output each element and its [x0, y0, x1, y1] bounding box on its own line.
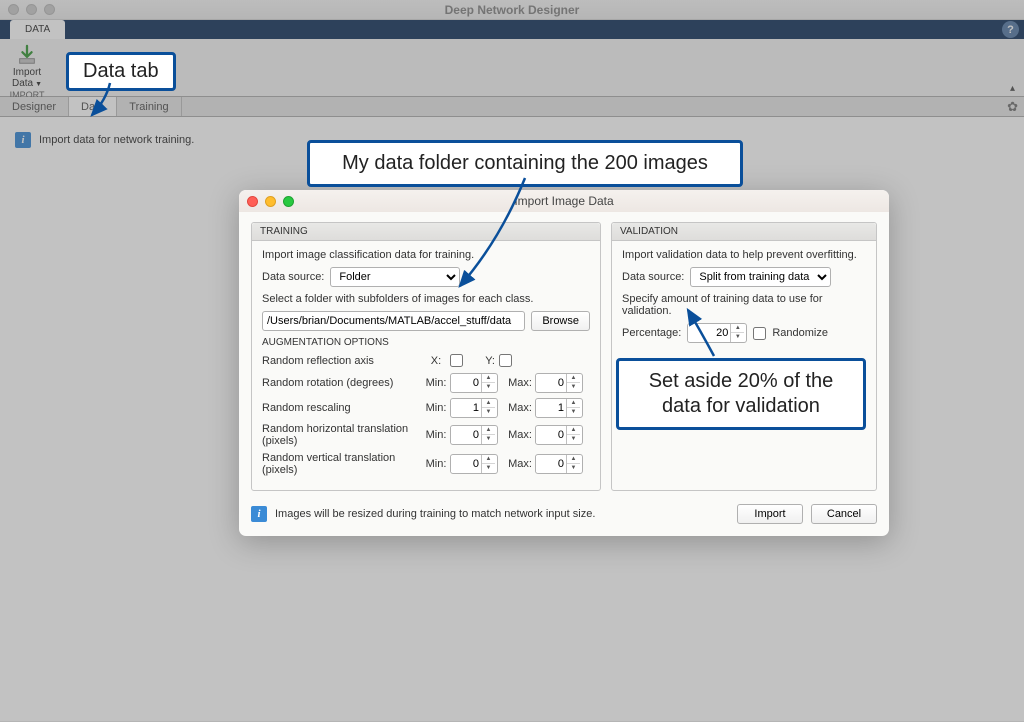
dialog-title: Import Image Data — [239, 194, 889, 208]
training-header: TRAINING — [252, 223, 600, 241]
training-intro: Import image classification data for tra… — [262, 249, 590, 261]
percentage-label: Percentage: — [622, 327, 681, 339]
rotation-label: Random rotation (degrees) — [262, 377, 422, 389]
validation-header: VALIDATION — [612, 223, 876, 241]
reflect-y-checkbox[interactable] — [499, 354, 512, 367]
vtrans-max-spinner[interactable]: ▲▼ — [535, 454, 583, 474]
validation-intro: Import validation data to help prevent o… — [622, 249, 866, 261]
rescaling-min-spinner[interactable]: ▲▼ — [450, 398, 498, 418]
import-button[interactable]: Import — [737, 504, 803, 524]
spin-up-icon[interactable]: ▲ — [482, 374, 495, 383]
rescaling-max-spinner[interactable]: ▲▼ — [535, 398, 583, 418]
vtrans-label: Random vertical translation (pixels) — [262, 452, 422, 476]
training-data-source-select[interactable]: Folder — [330, 267, 460, 287]
vtrans-min-spinner[interactable]: ▲▼ — [450, 454, 498, 474]
rotation-max-spinner[interactable]: ▲▼ — [535, 373, 583, 393]
htrans-max-spinner[interactable]: ▲▼ — [535, 425, 583, 445]
training-panel: TRAINING Import image classification dat… — [251, 222, 601, 491]
validation-data-source-label: Data source: — [622, 271, 684, 283]
min-label-1: Min: — [422, 377, 450, 389]
browse-button[interactable]: Browse — [531, 311, 590, 331]
select-folder-label: Select a folder with subfolders of image… — [262, 293, 590, 305]
validation-data-source-select[interactable]: Split from training data — [690, 267, 831, 287]
dialog-titlebar: Import Image Data — [239, 190, 889, 212]
rotation-min-spinner[interactable]: ▲▼ — [450, 373, 498, 393]
htrans-min-spinner[interactable]: ▲▼ — [450, 425, 498, 445]
x-axis-label: X: — [422, 355, 450, 367]
callout-folder: My data folder containing the 200 images — [307, 140, 743, 187]
randomize-label: Randomize — [772, 327, 828, 339]
validation-panel: VALIDATION Import validation data to hel… — [611, 222, 877, 491]
randomize-checkbox[interactable] — [753, 327, 766, 340]
y-axis-label: Y: — [463, 355, 499, 367]
augmentation-header: AUGMENTATION OPTIONS — [262, 337, 590, 348]
training-data-source-label: Data source: — [262, 271, 324, 283]
footer-note: Images will be resized during training t… — [275, 508, 729, 520]
spin-down-icon[interactable]: ▼ — [482, 383, 495, 392]
callout-data-tab: Data tab — [66, 52, 176, 91]
callout-validation: Set aside 20% of the data for validation — [616, 358, 866, 430]
reflection-label: Random reflection axis — [262, 355, 422, 367]
rescaling-label: Random rescaling — [262, 402, 422, 414]
info-icon: i — [251, 506, 267, 522]
htrans-label: Random horizontal translation (pixels) — [262, 423, 422, 447]
folder-path-input[interactable] — [262, 311, 525, 331]
cancel-button[interactable]: Cancel — [811, 504, 877, 524]
percentage-spinner[interactable]: ▲▼ — [687, 323, 747, 343]
validation-specify-label: Specify amount of training data to use f… — [622, 293, 866, 317]
reflect-x-checkbox[interactable] — [450, 354, 463, 367]
max-label-1: Max: — [505, 377, 535, 389]
